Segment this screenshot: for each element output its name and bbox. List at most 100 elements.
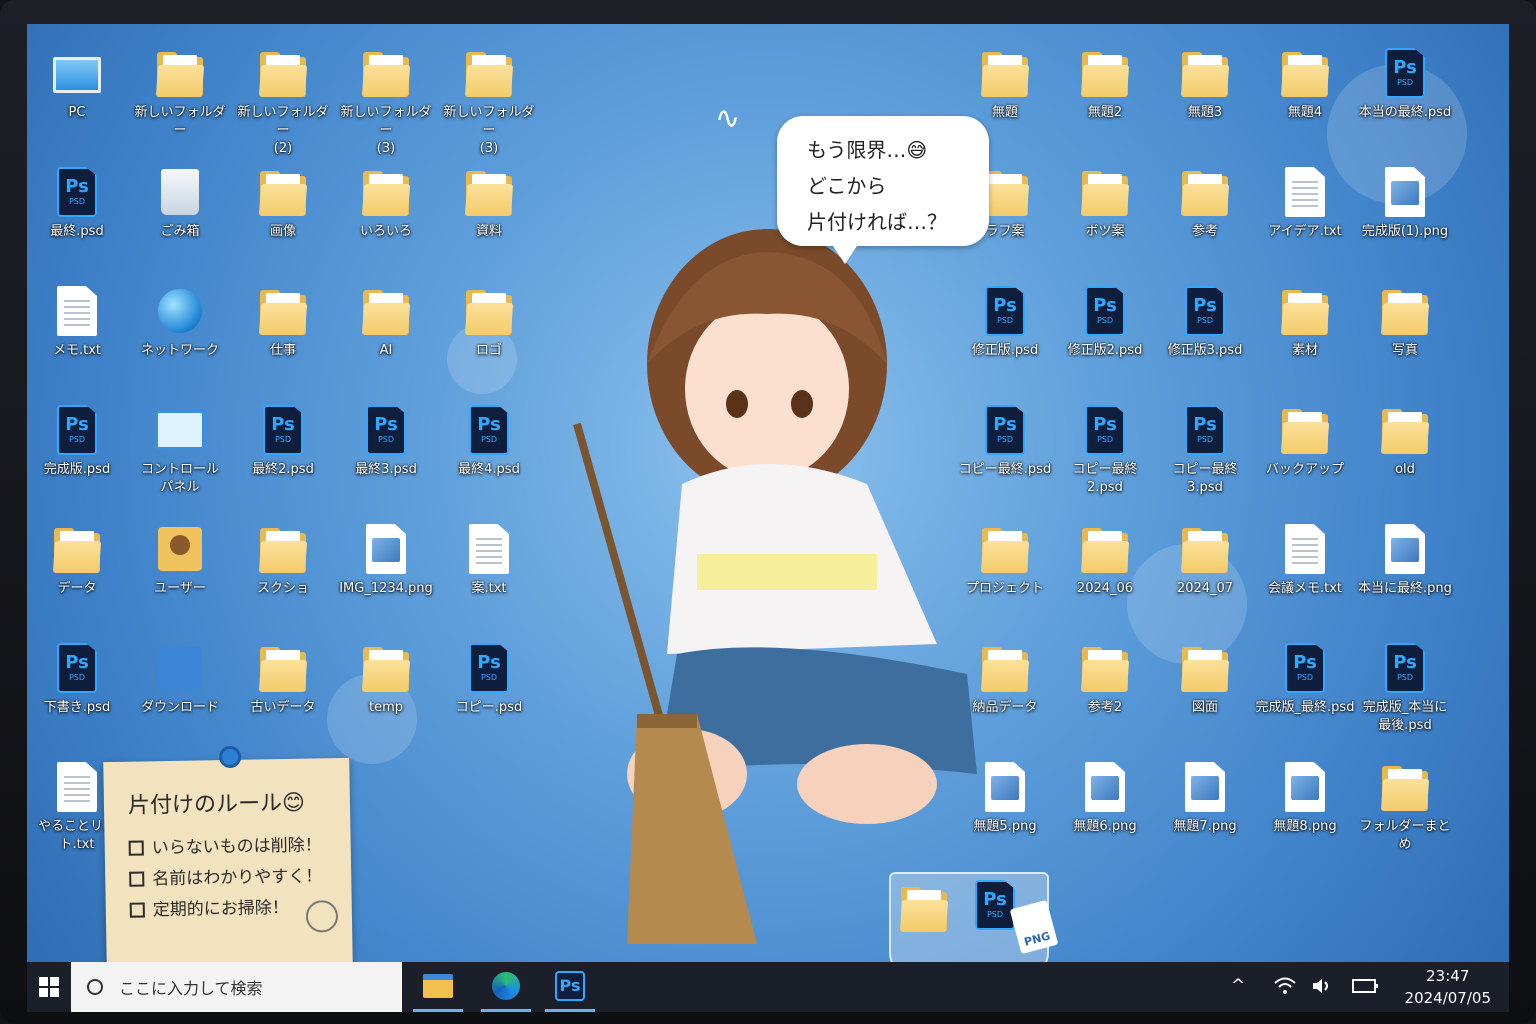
desktop-icon[interactable]: temp [336, 639, 436, 717]
clock-date: 2024/07/05 [1404, 989, 1491, 1007]
desktop-icon[interactable]: ロゴ [439, 282, 539, 360]
desktop-icon[interactable]: Ps PSD コピー.psd [439, 639, 539, 717]
desktop-icon[interactable]: いろいろ [336, 163, 436, 241]
desktop-icon[interactable]: 画像 [233, 163, 333, 241]
clock-time: 23:47 [1426, 967, 1470, 985]
taskbar-search-box[interactable]: ここに入力して検索 [71, 962, 402, 1012]
desktop-icon[interactable]: メモ.txt [27, 282, 127, 360]
desktop-icon[interactable]: コントロール パネル [130, 401, 230, 497]
desktop-icon[interactable]: PC [27, 44, 127, 122]
folder-icon [153, 44, 207, 102]
taskbar-file-explorer[interactable] [413, 962, 463, 1012]
desktop-icon[interactable]: Ps PSD 完成版_本当に 最後.psd [1355, 639, 1455, 735]
psd-file-icon: Ps PSD [256, 401, 310, 459]
desktop-icon-label: ボツ案 [1085, 224, 1125, 239]
desktop-icon[interactable]: 図面 [1155, 639, 1255, 717]
desktop-icon[interactable]: 無題4 [1255, 44, 1355, 122]
desktop-icon[interactable]: Ps PSD 最終.psd [27, 163, 127, 241]
clock[interactable]: 23:47 2024/07/05 [1405, 965, 1491, 1009]
start-button[interactable] [27, 962, 71, 1012]
desktop-icon[interactable]: 資料 [439, 163, 539, 241]
folder-icon [1378, 282, 1432, 340]
desktop-icon[interactable]: 素材 [1255, 282, 1355, 360]
desktop-icon[interactable]: Ps PSD コピー最終3.psd [1155, 401, 1255, 497]
desktop-icon-label: 修正版2.psd [1067, 343, 1143, 358]
desktop-icon-label: 参考 [1191, 224, 1218, 239]
desktop-icon[interactable]: アイデア.txt [1255, 163, 1355, 241]
desktop-icon[interactable]: Ps PSD 下書き.psd [27, 639, 127, 717]
desktop-icon[interactable]: ボツ案 [1055, 163, 1155, 241]
desktop-icon[interactable]: 2024_07 [1155, 520, 1255, 598]
desktop-icon[interactable]: 参考 [1155, 163, 1255, 241]
desktop-icon[interactable]: 新しいフォルダー (3) [336, 44, 436, 158]
psd-file-icon: Ps PSD [359, 401, 413, 459]
text-file-icon [1278, 520, 1332, 578]
folder-icon [1078, 163, 1132, 221]
desktop-icon-label: バックアップ [1265, 462, 1344, 477]
desktop-icon[interactable]: 案.txt [439, 520, 539, 598]
desktop-icon[interactable]: 新しいフォルダー (2) [233, 44, 333, 158]
desktop-icon-label: 2024_06 [1076, 581, 1134, 596]
desktop-icon[interactable]: Ps PSD 最終4.psd [439, 401, 539, 479]
desktop-icon[interactable]: 古いデータ [233, 639, 333, 717]
desktop-icon[interactable]: 無題3 [1155, 44, 1255, 122]
desktop-icon[interactable]: Ps PSD 完成版.psd [27, 401, 127, 479]
desktop-icon[interactable]: 仕事 [233, 282, 333, 360]
folder-icon [978, 44, 1032, 102]
taskbar-edge[interactable] [481, 962, 531, 1012]
text-file-icon [50, 758, 104, 816]
desktop-icon-label: 2024_07 [1176, 581, 1234, 596]
desktop-icon[interactable]: 無題8.png [1255, 758, 1355, 836]
desktop-icon-label: コントロール パネル [140, 462, 219, 495]
desktop-icon-label: 無題 [991, 105, 1018, 120]
desktop-icon[interactable]: データ [27, 520, 127, 598]
desktop-icon[interactable]: 無題6.png [1055, 758, 1155, 836]
desktop-icon[interactable]: 無題 [955, 44, 1055, 122]
desktop-icon[interactable]: フォルダーまとめ [1355, 758, 1455, 854]
desktop-icon[interactable]: Ps PSD 最終3.psd [336, 401, 436, 479]
desktop[interactable]: PC 新しいフォルダー 新しいフォルダー (2) 新しいフォルダー (3) 新しいフォル… [27, 24, 1509, 962]
wifi-icon[interactable] [1273, 976, 1297, 1001]
file-explorer-icon [423, 973, 453, 998]
desktop-icon[interactable]: Ps PSD 修正版3.psd [1155, 282, 1255, 360]
desktop-icon[interactable]: ごみ箱 [130, 163, 230, 241]
desktop-icon[interactable]: Ps PSD 最終2.psd [233, 401, 333, 479]
desktop-icon[interactable]: Ps PSD 修正版2.psd [1055, 282, 1155, 360]
desktop-icon[interactable]: 無題2 [1055, 44, 1155, 122]
desktop-icon-label: 本当に最終.png [1358, 581, 1452, 596]
desktop-icon-label: 無題8.png [1273, 819, 1337, 834]
desktop-icon[interactable]: バックアップ [1255, 401, 1355, 479]
desktop-icon[interactable]: スクショ [233, 520, 333, 598]
desktop-icon[interactable]: 参考2 [1055, 639, 1155, 717]
desktop-icon[interactable]: IMG_1234.png [336, 520, 436, 598]
desktop-icon[interactable]: 会議メモ.txt [1255, 520, 1355, 598]
desktop-icon[interactable]: 新しいフォルダー [130, 44, 230, 140]
desktop-icon[interactable]: AI [336, 282, 436, 360]
desktop-icon[interactable]: 2024_06 [1055, 520, 1155, 598]
recycle-bin-icon [153, 163, 207, 221]
desktop-icon-label: IMG_1234.png [339, 581, 433, 596]
taskbar-photoshop[interactable]: Ps [545, 962, 595, 1012]
image-file-icon [359, 520, 413, 578]
desktop-icon[interactable]: 完成版(1).png [1355, 163, 1455, 241]
psd-file-icon: Ps PSD [1178, 282, 1232, 340]
desktop-icon-label: ロゴ [475, 343, 502, 358]
folder-icon [1278, 44, 1332, 102]
desktop-icon[interactable]: old [1355, 401, 1455, 479]
battery-icon[interactable] [1351, 976, 1379, 1001]
desktop-icon[interactable]: 本当に最終.png [1355, 520, 1455, 598]
desktop-icon[interactable]: ユーザー [130, 520, 230, 598]
desktop-icon[interactable]: ネットワーク [130, 282, 230, 360]
desktop-icon[interactable]: 無題7.png [1155, 758, 1255, 836]
desktop-icon[interactable]: Ps PSD 完成版_最終.psd [1255, 639, 1355, 717]
tray-chevron-icon[interactable]: ^ [1231, 976, 1245, 996]
user-folder-icon [153, 520, 207, 578]
desktop-icon-label: 会議メモ.txt [1267, 581, 1343, 596]
desktop-icon[interactable]: 新しいフォルダー (3) [439, 44, 539, 158]
desktop-icon[interactable]: 写真 [1355, 282, 1455, 360]
psd-file-icon: Ps PSD [462, 401, 516, 459]
volume-icon[interactable] [1311, 976, 1335, 1001]
desktop-icon[interactable]: ダウンロード [130, 639, 230, 717]
desktop-icon[interactable]: Ps PSD 本当の最終.psd [1355, 44, 1455, 122]
desktop-icon[interactable]: Ps PSD コピー最終2.psd [1055, 401, 1155, 497]
